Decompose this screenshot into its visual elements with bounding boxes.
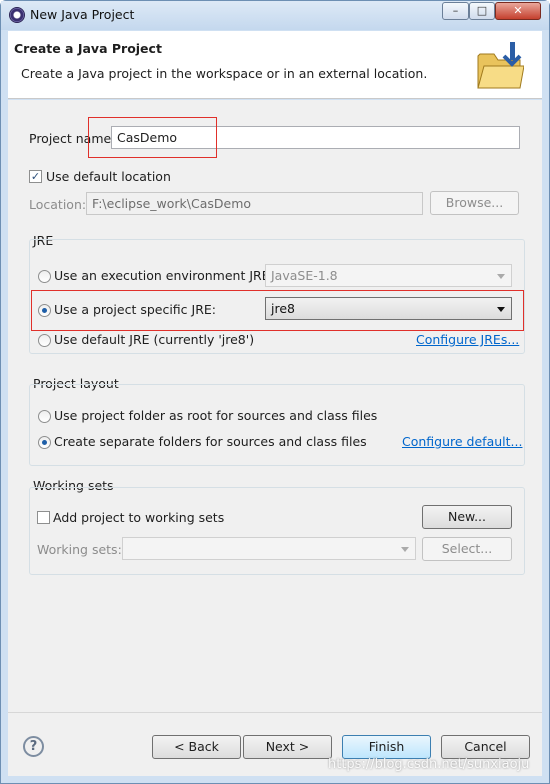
- chevron-down-icon: [497, 274, 505, 279]
- add-working-sets-checkbox[interactable]: [37, 511, 50, 524]
- exec-env-radio[interactable]: [38, 270, 51, 283]
- use-default-location-checkbox[interactable]: ✓: [29, 170, 42, 183]
- exec-env-label: Use an execution environment JRE:: [54, 268, 274, 283]
- eclipse-icon: [9, 7, 25, 23]
- highlight-box-project-name: [88, 117, 217, 158]
- layout-separate-radio[interactable]: [38, 436, 51, 449]
- project-layout-group: [29, 384, 525, 466]
- project-specific-jre-select[interactable]: jre8: [265, 297, 512, 320]
- maximize-button[interactable]: □: [469, 2, 495, 20]
- layout-root-radio[interactable]: [38, 410, 51, 423]
- finish-button[interactable]: Finish: [342, 735, 431, 759]
- working-sets-select[interactable]: [122, 537, 416, 560]
- help-icon[interactable]: ?: [23, 736, 44, 757]
- working-sets-label: Working sets:: [37, 542, 122, 557]
- java-project-folder-icon: [477, 42, 524, 89]
- configure-default-link[interactable]: Configure default...: [402, 434, 522, 449]
- location-input[interactable]: F:\eclipse_work\CasDemo: [86, 192, 423, 215]
- exec-env-value: JavaSE-1.8: [271, 268, 338, 283]
- layout-root-label: Use project folder as root for sources a…: [54, 408, 378, 423]
- project-specific-jre-value: jre8: [271, 301, 295, 316]
- chevron-down-icon: [401, 547, 409, 552]
- exec-env-select[interactable]: JavaSE-1.8: [265, 264, 512, 287]
- close-button[interactable]: ✕: [495, 2, 541, 20]
- default-jre-label: Use default JRE (currently 'jre8'): [54, 332, 255, 347]
- chevron-down-icon: [497, 307, 505, 312]
- location-label: Location:: [29, 197, 87, 212]
- browse-button[interactable]: Browse...: [430, 191, 519, 215]
- new-working-set-button[interactable]: New...: [422, 505, 512, 529]
- next-button[interactable]: Next >: [243, 735, 332, 759]
- window-title: New Java Project: [30, 7, 135, 22]
- default-jre-radio[interactable]: [38, 334, 51, 347]
- wizard-description: Create a Java project in the workspace o…: [21, 66, 428, 81]
- working-sets-group: [29, 487, 525, 575]
- use-default-location-label: Use default location: [46, 169, 171, 184]
- minimize-button[interactable]: –: [442, 2, 469, 20]
- wizard-title: Create a Java Project: [14, 41, 162, 56]
- project-specific-jre-radio[interactable]: [38, 304, 51, 317]
- select-working-sets-button[interactable]: Select...: [422, 537, 512, 561]
- add-working-sets-label: Add project to working sets: [53, 510, 225, 525]
- layout-separate-label: Create separate folders for sources and …: [54, 434, 367, 449]
- project-specific-jre-label: Use a project specific JRE:: [54, 302, 216, 317]
- back-button[interactable]: < Back: [152, 735, 241, 759]
- configure-jres-link[interactable]: Configure JREs...: [416, 332, 519, 347]
- cancel-button[interactable]: Cancel: [441, 735, 530, 759]
- watermark-text: https://blog.csdn.net/sunxiaoju: [328, 757, 530, 772]
